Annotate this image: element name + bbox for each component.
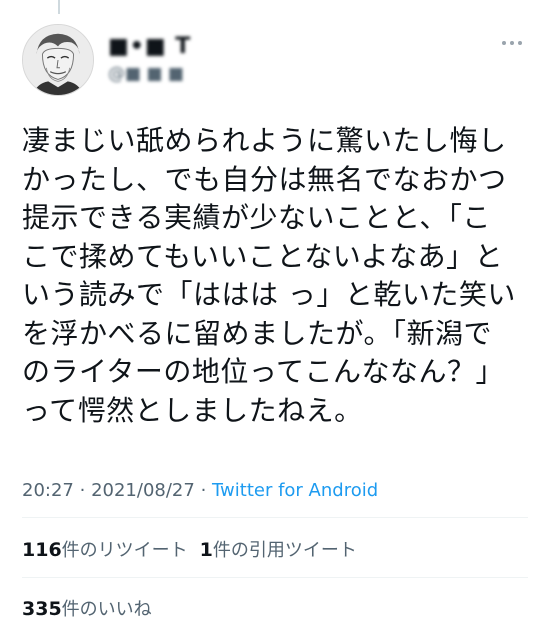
- retweet-stats: 116件のリツイート 1件の引用ツイート: [22, 536, 357, 562]
- tweet-time[interactable]: 20:27: [22, 480, 74, 501]
- tweet-metadata: 20:27 · 2021/08/27 · Twitter for Android: [22, 480, 378, 501]
- likes-label: 件のいいね: [61, 599, 152, 620]
- author-handle[interactable]: @■ ■ ■: [108, 64, 184, 84]
- likes-stat[interactable]: 335件のいいね: [22, 598, 152, 620]
- more-dot: [510, 41, 514, 45]
- retweets-count: 116: [22, 539, 62, 561]
- more-dot: [518, 41, 522, 45]
- quotes-count: 1: [199, 539, 213, 561]
- tweet-date[interactable]: 2021/08/27: [91, 480, 195, 501]
- avatar[interactable]: [22, 24, 94, 96]
- likes-stats: 335件のいいね: [22, 595, 152, 621]
- likes-count: 335: [22, 598, 62, 620]
- divider: [22, 577, 528, 578]
- avatar-illustration: [23, 25, 93, 95]
- thread-connector-line: [58, 0, 60, 14]
- meta-separator: ·: [200, 480, 207, 501]
- tweet-text: 凄まじい舐められように驚いたし悔し かったし、でも自分は無名でなおかつ 提示でき…: [22, 124, 516, 427]
- more-options-icon[interactable]: [502, 38, 524, 48]
- tweet-source-link[interactable]: Twitter for Android: [212, 480, 378, 501]
- author-display-name[interactable]: ■•■ T: [108, 34, 191, 59]
- quotes-stat[interactable]: 1件の引用ツイート: [199, 539, 357, 561]
- retweets-stat[interactable]: 116件のリツイート: [22, 539, 188, 561]
- quotes-label: 件の引用ツイート: [212, 540, 357, 561]
- retweets-label: 件のリツイート: [61, 540, 188, 561]
- more-dot: [502, 41, 506, 45]
- divider: [22, 517, 528, 518]
- meta-separator: ·: [79, 480, 86, 501]
